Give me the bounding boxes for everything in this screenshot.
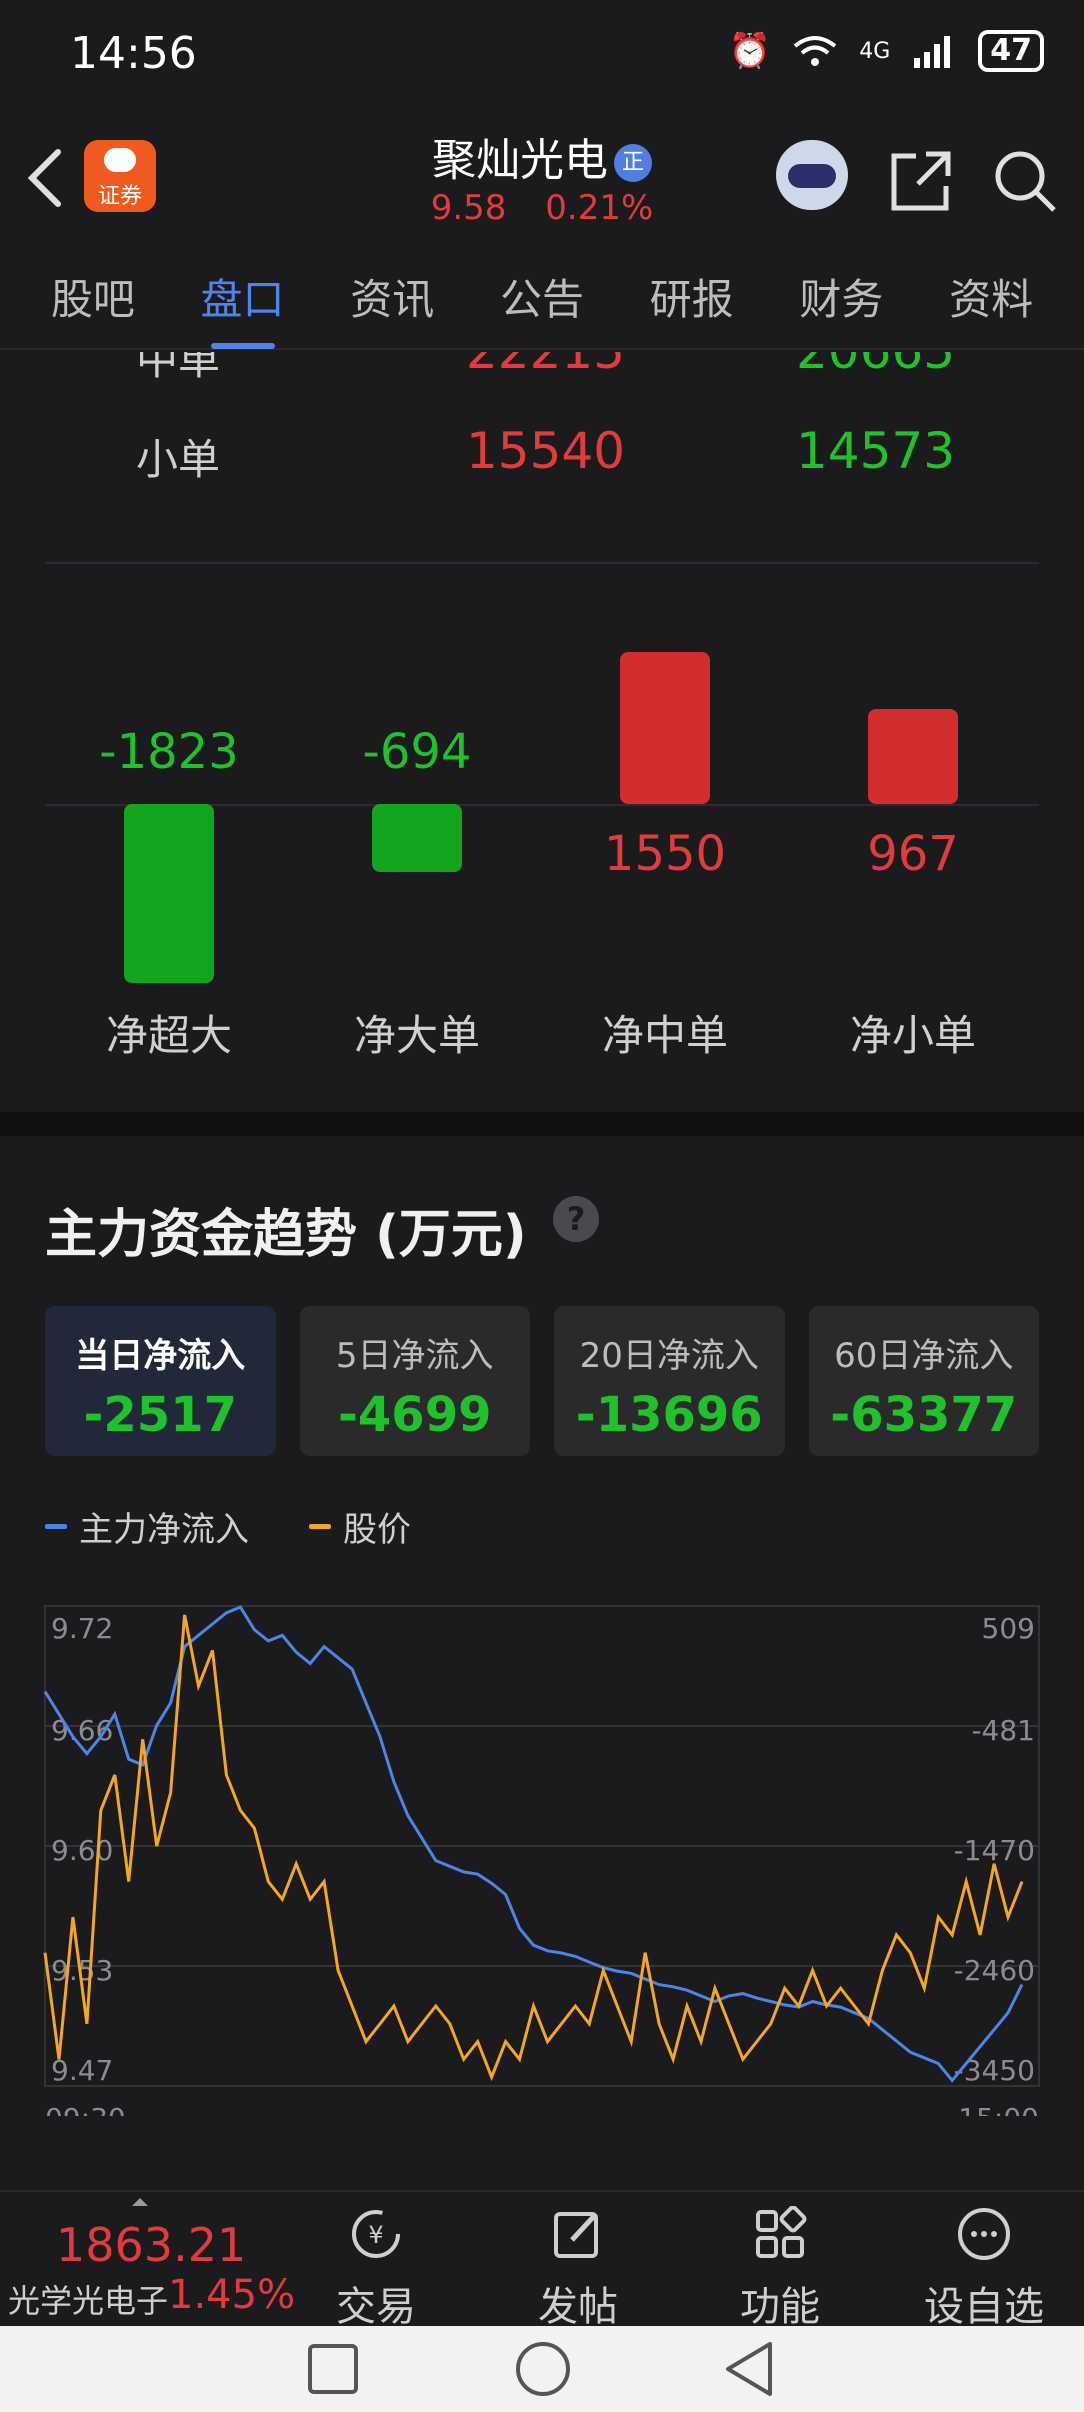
y-tick-right: -3450 xyxy=(954,2054,1035,2087)
y-tick-right: -2460 xyxy=(954,1954,1035,1987)
status-time: 14:56 xyxy=(70,28,197,79)
card-60d[interactable]: 60日净流入 -63377 xyxy=(808,1306,1039,1456)
trade-icon: ¥ xyxy=(352,2210,400,2258)
card-label: 5日净流入 xyxy=(335,1336,494,1376)
search-icon[interactable] xyxy=(990,146,1060,216)
tab-research[interactable]: 研报 xyxy=(650,266,734,327)
button-label: 设自选 xyxy=(924,2284,1044,2330)
tab-bar: 股吧 盘口 资讯 公告 研报 财务 资料 xyxy=(0,245,1084,350)
fund-trend-chart[interactable]: 9.72 5099.66 -4819.60 -14709.53 -24609.47 -34… xyxy=(0,1556,1084,2116)
button-label: 发帖 xyxy=(538,2284,618,2330)
card-5d[interactable]: 5日净流入 -4699 xyxy=(299,1306,530,1456)
net-bar xyxy=(868,709,958,804)
net-bar-label: 净超大 xyxy=(105,1011,232,1060)
status-badge: 正 xyxy=(614,144,652,182)
y-tick-left: 9.60 xyxy=(51,1834,113,1867)
card-20d[interactable]: 20日净流入 -13696 xyxy=(554,1306,785,1456)
home-icon[interactable] xyxy=(514,2340,572,2398)
card-value: -63377 xyxy=(830,1387,1018,1443)
section-title: 主力资金趋势 (万元) xyxy=(45,1205,527,1265)
network-label: 4G xyxy=(859,38,891,64)
svg-text:¥: ¥ xyxy=(368,2221,383,2249)
card-label: 60日净流入 xyxy=(834,1336,1014,1376)
signal-icon xyxy=(914,36,951,68)
caret-up-icon xyxy=(132,2198,148,2206)
net-bar-label: 净小单 xyxy=(849,1011,976,1060)
net-bar xyxy=(372,804,462,872)
index-value[interactable]: 1863.21 xyxy=(56,2218,246,2272)
button-label: 功能 xyxy=(740,2284,820,2330)
net-bar-value: 1550 xyxy=(603,826,727,882)
tab-news[interactable]: 资讯 xyxy=(350,266,434,327)
tab-pankou[interactable]: 盘口 xyxy=(201,266,285,349)
chart-legend: 主力净流入 股价 xyxy=(45,1502,411,1551)
back-nav-icon[interactable] xyxy=(722,2340,776,2398)
edit-icon xyxy=(554,2212,598,2258)
card-today[interactable]: 当日净流入 -2517 xyxy=(45,1306,276,1456)
card-value: -4699 xyxy=(337,1387,492,1443)
wifi-icon xyxy=(793,36,837,66)
status-icons: ⏰ 4G 47 xyxy=(729,30,1044,72)
trade-button[interactable]: ¥ 交易 xyxy=(306,2206,446,2332)
legend-label: 股价 xyxy=(343,1510,411,1550)
help-icon[interactable]: ? xyxy=(553,1196,599,1242)
system-nav-bar xyxy=(0,2326,1084,2412)
tab-finance[interactable]: 财务 xyxy=(799,266,883,327)
section-divider xyxy=(0,1112,1084,1136)
legend-swatch xyxy=(309,1524,331,1529)
battery-icon: 47 xyxy=(978,30,1044,72)
stock-change: 0.21% xyxy=(545,188,654,228)
functions-button[interactable]: 功能 xyxy=(710,2205,850,2332)
stock-price: 9.58 xyxy=(430,188,507,228)
tab-announcements[interactable]: 公告 xyxy=(500,266,584,327)
card-value: -2517 xyxy=(83,1387,237,1443)
order-flow-panel: 中单 22215 20665 小单 15540 14573 -1823净超大-6… xyxy=(0,352,1084,1112)
grid-icon xyxy=(756,2205,807,2258)
x-tick-start: 09:30 xyxy=(45,2102,126,2116)
y-tick-right: -1470 xyxy=(954,1834,1035,1867)
legend-swatch xyxy=(45,1524,67,1529)
net-flow-bar-chart: -1823 净超大 -694 净大单 1550 净中单 967 净小单 xyxy=(45,352,1039,1112)
index-name[interactable]: 光学光电子 xyxy=(8,2276,168,2322)
legend-price[interactable]: 股价 xyxy=(309,1502,411,1551)
legend-label: 主力净流入 xyxy=(79,1510,249,1550)
x-tick-end: 15:00 xyxy=(958,2102,1039,2116)
bottom-toolbar: 1863.21 光学光电子 1.45% ¥ 交易 发帖 功能 设自选 xyxy=(0,2190,1084,2330)
status-bar: 14:56 ⏰ 4G 47 xyxy=(0,0,1084,110)
main-fund-trend-section: 主力资金趋势 (万元) ? 当日净流入 -2517 5日净流入 -4699 20… xyxy=(0,1136,1084,2166)
card-label: 20日净流入 xyxy=(579,1336,759,1376)
more-icon xyxy=(958,2208,1010,2260)
net-bar-label: 净大单 xyxy=(353,1011,480,1060)
y-tick-left: 9.72 xyxy=(51,1612,113,1645)
net-bar xyxy=(124,804,214,983)
net-bar-value: -694 xyxy=(362,724,472,780)
add-watchlist-button[interactable]: 设自选 xyxy=(914,2206,1054,2332)
tab-profile[interactable]: 资料 xyxy=(949,266,1033,327)
button-label: 交易 xyxy=(336,2284,416,2330)
card-value: -13696 xyxy=(575,1387,763,1443)
tab-guba[interactable]: 股吧 xyxy=(51,266,135,327)
y-tick-right: -481 xyxy=(971,1714,1035,1747)
period-cards: 当日净流入 -2517 5日净流入 -4699 20日净流入 -13696 60… xyxy=(45,1306,1039,1456)
index-change: 1.45% xyxy=(168,2272,296,2318)
recents-icon[interactable] xyxy=(306,2342,360,2396)
alarm-icon: ⏰ xyxy=(728,31,772,71)
y-tick-right: 509 xyxy=(982,1612,1035,1645)
card-label: 当日净流入 xyxy=(75,1336,246,1376)
share-icon[interactable] xyxy=(886,146,956,216)
net-bar-label: 净中单 xyxy=(601,1011,728,1060)
net-bar-value: -1823 xyxy=(99,724,239,780)
stock-name: 聚灿光电 xyxy=(432,135,608,186)
header: 证券 聚灿光电正 9.58 0.21% xyxy=(0,110,1084,245)
legend-flow[interactable]: 主力净流入 xyxy=(45,1502,249,1551)
assistant-robot-icon[interactable] xyxy=(776,140,848,210)
net-bar xyxy=(620,652,710,804)
net-bar-value: 967 xyxy=(867,826,959,882)
post-button[interactable]: 发帖 xyxy=(508,2206,648,2332)
